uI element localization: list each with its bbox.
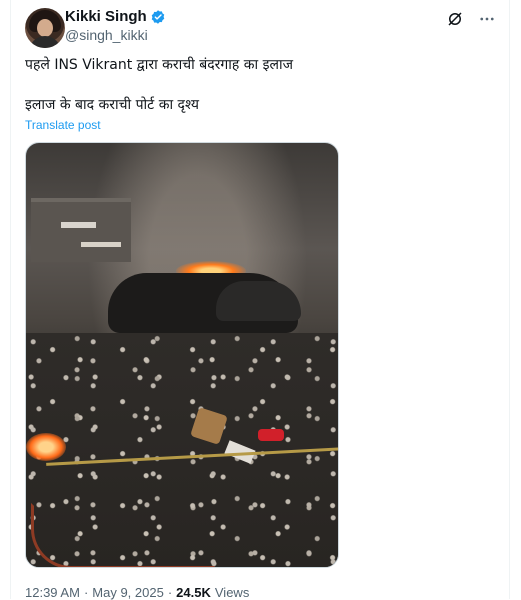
author-name-row: Kikki Singh [65,8,166,25]
post-actions-top [446,10,496,28]
post-date[interactable]: May 9, 2025 [92,585,164,600]
media-fire-glow-left [26,433,66,461]
post-time[interactable]: 12:39 AM [25,585,80,600]
author-handle[interactable]: @singh_kikki [65,27,148,43]
author-display-name[interactable]: Kikki Singh [65,8,147,25]
media-building [31,198,131,262]
post-media-video[interactable] [25,142,339,568]
media-building-sign [61,222,96,228]
avatar[interactable] [25,8,65,48]
translate-post-link[interactable]: Translate post [25,118,101,132]
verified-badge-icon [150,9,166,25]
post-meta: 12:39 AM · May 9, 2025 · 24.5K Views [25,585,249,600]
media-red-object [258,429,284,441]
more-icon[interactable] [478,10,496,28]
avatar-body [29,36,61,48]
meta-separator-2: · [167,585,173,600]
media-car-second [216,281,301,321]
grok-icon[interactable] [446,10,464,28]
media-building-sign-lower [81,242,121,247]
views-label: Views [214,585,250,600]
meta-separator: · [83,585,89,600]
post-text-line2: इलाज के बाद कराची पोर्ट का दृश्य [25,97,200,113]
post-text-line1: पहले INS Vikrant द्वारा कराची बंदरगाह का… [25,57,293,73]
views-count: 24.5K [176,585,211,600]
post-text: पहले INS Vikrant द्वारा कराची बंदरगाह का… [25,56,495,114]
media-hose [31,503,217,567]
avatar-face [37,19,53,37]
